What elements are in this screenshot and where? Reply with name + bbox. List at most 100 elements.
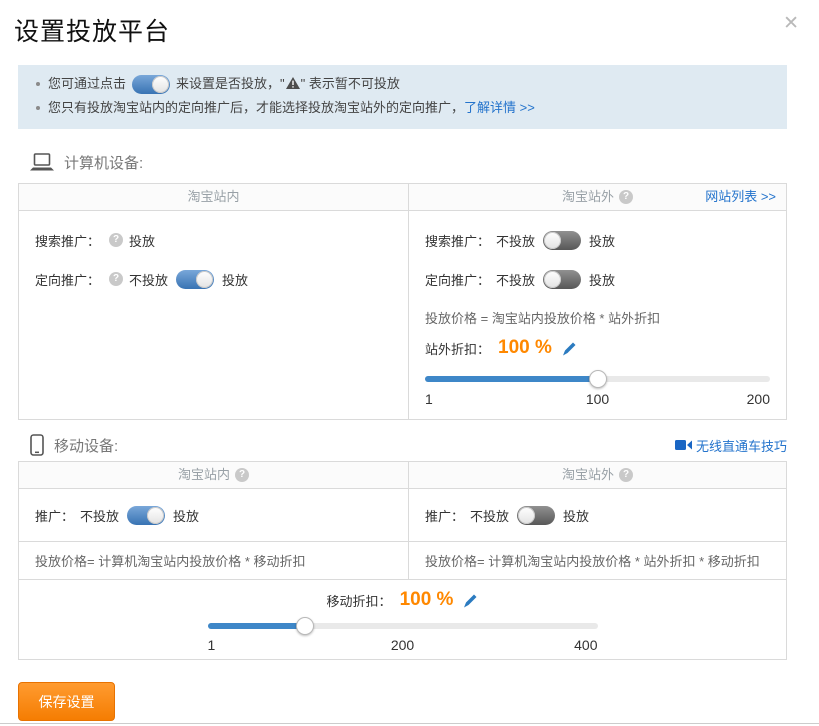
mobile-table: 淘宝站内? 淘宝站外? 推广： 不投放 投放 推广： 不投放 投放 投放价格= 计算机淘…	[18, 461, 787, 660]
notice-text: 您只有投放淘宝站内的定向推广后，才能选择投放淘宝站外的定向推广，	[48, 100, 464, 115]
offsite-discount-line: 站外折扣：100 %	[425, 337, 770, 359]
wireless-tips-link[interactable]: 无线直通车技巧	[696, 436, 787, 455]
slider-min-label: 1	[208, 637, 216, 653]
computer-onsite-targeting-toggle[interactable]	[176, 270, 214, 289]
header-label: 淘宝站内	[178, 467, 230, 482]
notice-box: 您可通过点击 来设置是否投放，" " 表示暂不可投放 您只有投放淘宝站内的定向推广后…	[18, 65, 787, 129]
mobile-onsite-promo-row: 推广： 不投放 投放	[35, 489, 392, 541]
help-icon[interactable]: ?	[619, 468, 633, 482]
toggle-knob[interactable]	[544, 232, 561, 249]
slider-mid-label: 200	[391, 637, 414, 653]
help-icon[interactable]: ?	[619, 190, 633, 204]
page-title: 设置投放平台	[14, 12, 819, 48]
header-label: 淘宝站内	[187, 189, 239, 204]
computer-onsite-targeting-row: 定向推广：?不投放投放	[35, 260, 392, 299]
computer-offsite-search-toggle[interactable]	[543, 231, 581, 250]
row-label: 定向推广：	[35, 270, 100, 289]
on-label: 投放	[589, 231, 615, 250]
off-label: 不投放	[470, 506, 509, 525]
computer-onsite-search-row: 搜索推广：? 投放	[35, 221, 392, 260]
row-label: 搜索推广：	[35, 231, 100, 250]
close-icon[interactable]: ✕	[783, 12, 799, 35]
computer-offsite-search-row: 搜索推广： 不投放 投放	[425, 221, 770, 260]
bullet-icon	[36, 106, 40, 110]
help-icon[interactable]: ?	[109, 233, 123, 247]
computer-offsite-targeting-toggle[interactable]	[543, 270, 581, 289]
edit-pencil-icon[interactable]	[463, 593, 478, 608]
mobile-discount-value: 100 %	[400, 589, 454, 611]
mobile-discount-line: 移动折扣： 100 %	[19, 589, 786, 611]
mobile-discount-section: 移动折扣： 100 % 1 200 400	[19, 579, 786, 659]
mobile-slider-labels: 1 200 400	[208, 637, 598, 653]
mobile-offsite-formula: 投放价格= 计算机淘宝站内投放价格 * 站外折扣 * 移动折扣	[409, 542, 786, 579]
row-label: 推广：	[425, 506, 464, 525]
on-label: 投放	[173, 506, 199, 525]
slider-max-label: 200	[747, 391, 770, 407]
mobile-onsite-promo-toggle[interactable]	[127, 506, 165, 525]
example-toggle	[132, 75, 170, 94]
computer-offsite-targeting-row: 定向推广： 不投放 投放	[425, 260, 770, 299]
slider-min-label: 1	[425, 391, 433, 407]
notice-text: " 表示暂不可投放	[301, 76, 400, 91]
mobile-onsite-header: 淘宝站内?	[19, 462, 409, 488]
mobile-discount-slider-knob[interactable]	[296, 617, 314, 635]
computer-section-title: 计算机设备:	[64, 152, 143, 173]
notice-text: 您可通过点击	[48, 76, 126, 91]
toggle-knob[interactable]	[518, 507, 535, 524]
header-label: 淘宝站外	[562, 467, 614, 482]
computer-section-header: 计算机设备:	[30, 151, 787, 173]
toggle-knob	[152, 76, 169, 93]
mobile-discount-slider[interactable]	[208, 623, 598, 629]
state-value: 投放	[129, 231, 155, 250]
warning-icon	[286, 77, 300, 89]
computer-onsite-header: 淘宝站内	[19, 184, 409, 210]
computer-onsite-cell: 搜索推广：? 投放 定向推广：? 不投放 投放	[19, 211, 409, 419]
offsite-discount-slider-knob[interactable]	[589, 370, 607, 388]
notice-line-2: 您只有投放淘宝站内的定向推广后，才能选择投放淘宝站外的定向推广，了解详情 >>	[32, 96, 773, 120]
row-label: 定向推广：	[425, 270, 490, 289]
laptop-icon	[30, 153, 54, 172]
row-label: 推广：	[35, 506, 74, 525]
slider-mid-label: 100	[586, 391, 609, 407]
off-label: 不投放	[496, 231, 535, 250]
learn-more-link[interactable]: 了解详情 >>	[464, 100, 535, 115]
off-label: 不投放	[496, 270, 535, 289]
off-label: 不投放	[129, 270, 168, 289]
mobile-section-header: 移动设备: 无线直通车技巧	[30, 434, 787, 456]
mobile-offsite-header: 淘宝站外?	[409, 462, 786, 488]
smartphone-icon	[30, 434, 44, 456]
computer-offsite-header: 淘宝站外? 网站列表 >>	[409, 184, 786, 210]
mobile-offsite-promo-toggle[interactable]	[517, 506, 555, 525]
offsite-discount-slider[interactable]	[425, 376, 770, 382]
off-label: 不投放	[80, 506, 119, 525]
edit-pencil-icon[interactable]	[562, 341, 577, 356]
mobile-onsite-cell: 推广： 不投放 投放	[19, 489, 409, 541]
computer-table-header: 淘宝站内 淘宝站外? 网站列表 >>	[19, 184, 786, 211]
dialog-bottom-divider	[0, 723, 819, 724]
site-list-link[interactable]: 网站列表 >>	[705, 184, 776, 210]
slider-max-label: 400	[574, 637, 597, 653]
on-label: 投放	[563, 506, 589, 525]
computer-table: 淘宝站内 淘宝站外? 网站列表 >> 搜索推广：?投放 定向推广：?不投放投放 …	[18, 183, 787, 420]
notice-text: 来设置是否投放，"	[176, 76, 285, 91]
mobile-section-title: 移动设备:	[54, 435, 118, 456]
toggle-knob[interactable]	[544, 271, 561, 288]
row-label: 搜索推广：	[425, 231, 490, 250]
help-icon[interactable]: ?	[109, 272, 123, 286]
save-settings-button[interactable]: 保存设置	[18, 682, 115, 721]
discount-label: 站外折扣：	[425, 339, 490, 358]
toggle-knob[interactable]	[147, 507, 164, 524]
computer-offsite-cell: 搜索推广：不投放投放 定向推广：不投放投放 投放价格 = 淘宝站内投放价格 * …	[409, 211, 786, 419]
offsite-slider-labels: 1 100 200	[425, 391, 770, 407]
on-label: 投放	[589, 270, 615, 289]
help-icon[interactable]: ?	[235, 468, 249, 482]
notice-line-1: 您可通过点击 来设置是否投放，" " 表示暂不可投放	[32, 72, 773, 96]
bullet-icon	[36, 82, 40, 86]
slider-fill	[425, 376, 598, 382]
slider-fill	[208, 623, 306, 629]
video-icon	[675, 439, 692, 451]
header-label: 淘宝站外	[562, 189, 614, 204]
toggle-knob[interactable]	[196, 271, 213, 288]
mobile-offsite-cell: 推广： 不投放 投放	[409, 489, 786, 541]
discount-label: 移动折扣：	[327, 591, 392, 610]
